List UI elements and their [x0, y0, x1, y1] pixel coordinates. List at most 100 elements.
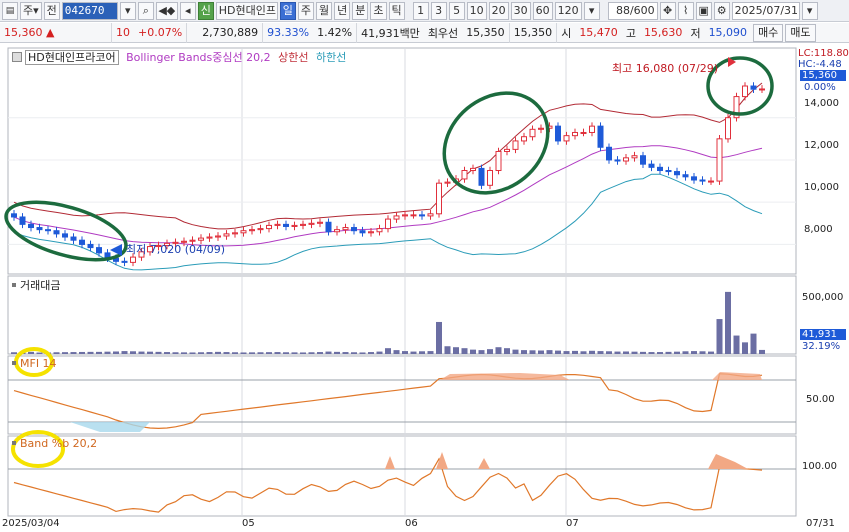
- type-select[interactable]: 전: [43, 1, 60, 20]
- search-icon[interactable]: ⌕: [137, 1, 154, 20]
- count-input[interactable]: 88/600: [607, 1, 658, 20]
- upper-band-label[interactable]: 상한선: [278, 51, 308, 64]
- indicator-icon[interactable]: ⌇: [677, 1, 694, 20]
- candle-body: [53, 230, 60, 235]
- volume-bar: [359, 352, 366, 354]
- volume-bar: [393, 350, 400, 354]
- volume-bar: [138, 351, 145, 354]
- volume-bar: [614, 351, 621, 354]
- lower-band-label[interactable]: 하한선: [316, 51, 346, 64]
- volume-bar: [631, 351, 638, 354]
- tab-month[interactable]: 월: [316, 1, 333, 20]
- volume-bar: [240, 352, 247, 354]
- dropdown-arrow-icon-2[interactable]: ▾: [583, 1, 600, 20]
- menu-icon[interactable]: ▤: [2, 1, 18, 20]
- candle-body: [402, 214, 408, 217]
- candle-body: [62, 233, 68, 238]
- volume-bar: [699, 351, 706, 354]
- save-icon[interactable]: ▣: [695, 1, 712, 20]
- tab-second[interactable]: 초: [370, 1, 387, 20]
- volume-bar: [249, 352, 255, 354]
- interval-20[interactable]: 20: [488, 1, 509, 20]
- volume-bar: [436, 321, 442, 354]
- candle-body: [682, 174, 689, 178]
- hc-label: HC:-4.48: [798, 59, 842, 70]
- panel-menu-icon[interactable]: [12, 52, 22, 62]
- candle-body: [750, 85, 757, 90]
- volume-bar: [691, 351, 697, 354]
- volume-bar: [189, 352, 196, 354]
- gear-icon[interactable]: ⚙: [713, 1, 730, 20]
- market-select-label: 주: [23, 3, 34, 17]
- candle-body: [393, 215, 400, 220]
- volume-panel: [7, 275, 797, 355]
- volume-bar: [96, 351, 102, 354]
- tab-year[interactable]: 년: [334, 1, 351, 20]
- interval-120[interactable]: 120: [554, 1, 582, 20]
- interval-5[interactable]: 5: [448, 1, 465, 20]
- volume-bar: [597, 351, 604, 354]
- band-title[interactable]: Band %b 20,2: [20, 437, 97, 450]
- volume-bar: [461, 348, 468, 354]
- volume-bar: [376, 351, 383, 354]
- step-back-icon[interactable]: ◂: [179, 1, 196, 20]
- candle-body: [699, 179, 706, 182]
- interval-3[interactable]: 3: [430, 1, 447, 20]
- change-value: 10: [116, 26, 130, 39]
- candle-body: [96, 247, 102, 254]
- bollinger-label[interactable]: Bollinger Bands중심선 20,2: [126, 51, 271, 64]
- mfi-title[interactable]: MFI 14: [20, 357, 57, 370]
- open-label: 시: [561, 26, 572, 40]
- candle-body: [70, 236, 77, 241]
- volume-bar: [215, 351, 221, 354]
- volume-bar: [87, 351, 94, 354]
- candle-body: [130, 256, 136, 263]
- volume-bar: [623, 351, 629, 354]
- candle-body: [206, 236, 213, 239]
- tab-week[interactable]: 주: [297, 1, 315, 20]
- volume-bar: [130, 351, 136, 354]
- interval-60[interactable]: 60: [532, 1, 553, 20]
- volume-bar: [266, 352, 272, 354]
- candle-body: [368, 231, 374, 234]
- x-tick-07: 07: [566, 518, 579, 529]
- crosshair-icon[interactable]: ✥: [659, 1, 676, 20]
- interval-10[interactable]: 10: [466, 1, 487, 20]
- market-select[interactable]: 주▾: [20, 1, 42, 20]
- candle-body: [674, 171, 680, 176]
- candle-body: [215, 235, 221, 238]
- toolbar: ▤ 주▾ 전 042670 ▾ ⌕ ◀◆ ◂ 신 HD현대인프 일 주 월 년 …: [0, 0, 849, 22]
- buy-button[interactable]: 매수: [753, 23, 784, 42]
- tab-tick[interactable]: 틱: [388, 1, 405, 20]
- volume-bar: [580, 351, 587, 354]
- candle-body: [121, 260, 128, 263]
- volume-bar: [206, 352, 213, 354]
- stock-code-input[interactable]: 042670: [61, 1, 118, 20]
- price-panel-header: HD현대인프라코어 Bollinger Bands중심선 20,2 상한선 하한…: [12, 49, 346, 65]
- interval-30[interactable]: 30: [510, 1, 531, 20]
- sound-icon[interactable]: ◀◆: [155, 1, 178, 20]
- volume-bar: [538, 350, 544, 354]
- tab-minute[interactable]: 분: [352, 1, 369, 20]
- candle-body: [436, 182, 442, 215]
- dropdown-arrow-icon[interactable]: ▾: [119, 1, 136, 20]
- sell-button[interactable]: 매도: [785, 23, 816, 42]
- candle-body: [45, 229, 51, 232]
- calendar-dropdown-icon[interactable]: ▾: [801, 1, 818, 20]
- candle-body: [257, 228, 264, 231]
- volume-bar: [257, 352, 264, 354]
- volume-bar: [232, 352, 238, 354]
- price-chart[interactable]: [0, 44, 849, 532]
- price-tick-12000: 12,000: [804, 140, 839, 151]
- volume-title[interactable]: 거래대금: [20, 279, 60, 292]
- volume-bar: [368, 352, 374, 354]
- candle-body: [461, 170, 468, 180]
- chart-area[interactable]: HD현대인프라코어 Bollinger Bands중심선 20,2 상한선 하한…: [0, 44, 849, 532]
- volume-bar: [606, 351, 612, 354]
- volume-bar: [640, 351, 646, 354]
- candle-body: [198, 237, 204, 241]
- interval-1[interactable]: 1: [412, 1, 429, 20]
- tab-day[interactable]: 일: [279, 1, 296, 20]
- price-value: 15,360: [4, 25, 43, 39]
- date-input[interactable]: 2025/07/31: [731, 1, 800, 20]
